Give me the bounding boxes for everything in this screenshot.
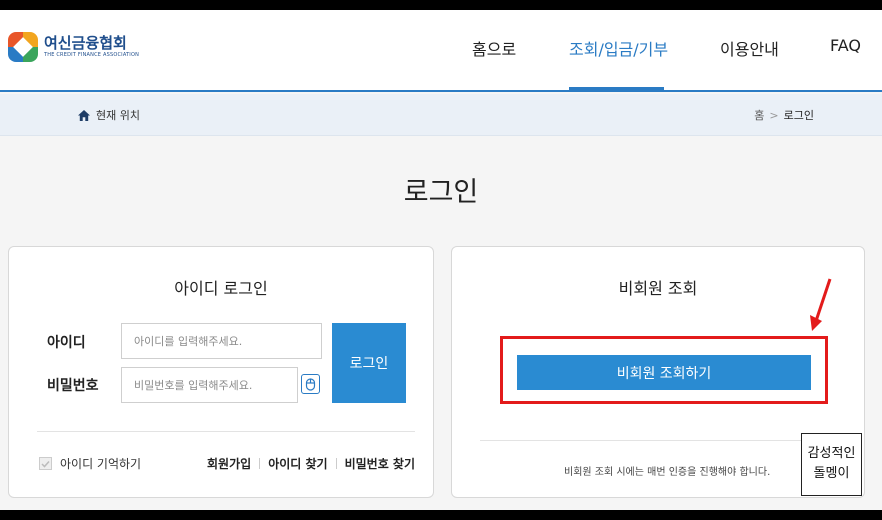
id-login-title: 아이디 로그인 xyxy=(174,279,268,298)
nav-home[interactable]: 홈으로 xyxy=(472,36,516,60)
remember-id-checkbox[interactable] xyxy=(39,457,52,470)
remember-id-label: 아이디 기억하기 xyxy=(60,457,142,471)
breadcrumb-home[interactable]: 홈 xyxy=(754,107,764,123)
red-arrow-annotation-icon xyxy=(810,278,832,331)
nav-faq[interactable]: FAQ xyxy=(830,36,861,55)
login-divider xyxy=(37,431,415,432)
watermark-line1: 감성적인 xyxy=(807,446,856,461)
breadcrumb-separator: > xyxy=(769,108,779,122)
login-button[interactable]: 로그인 xyxy=(332,323,406,403)
site-logo[interactable]: 여신금융협회 THE CREDIT FINANCE ASSOCIATION xyxy=(8,32,139,62)
guest-inquiry-note: 비회원 조회 시에는 매번 인증을 진행해야 합니다. xyxy=(564,467,771,478)
id-input[interactable] xyxy=(121,323,322,359)
watermark-line2: 돌멩이 xyxy=(813,466,850,481)
site-header: 여신금융협회 THE CREDIT FINANCE ASSOCIATION 홈으… xyxy=(0,10,882,92)
nav-guide[interactable]: 이용안내 xyxy=(720,36,779,60)
logo-main-text: 여신금융협회 xyxy=(44,34,127,52)
nav-inquiry[interactable]: 조회/입금/기부 xyxy=(569,36,668,60)
breadcrumb-bar: 현재 위치 홈 > 로그인 xyxy=(0,94,882,136)
account-links: 회원가입 아이디 찾기 비밀번호 찾기 xyxy=(207,455,415,472)
find-password-link[interactable]: 비밀번호 찾기 xyxy=(345,455,415,472)
logo-sub-text: THE CREDIT FINANCE ASSOCIATION xyxy=(44,52,140,58)
password-label: 비밀번호 xyxy=(47,378,99,394)
logo-mark-icon xyxy=(8,32,38,62)
guest-divider xyxy=(480,440,838,441)
virtual-keyboard-button[interactable] xyxy=(301,374,320,394)
guest-inquiry-title: 비회원 조회 xyxy=(618,279,698,298)
page-title: 로그인 xyxy=(403,177,479,208)
viewport: 여신금융협회 THE CREDIT FINANCE ASSOCIATION 홈으… xyxy=(0,10,882,510)
password-input[interactable] xyxy=(121,367,298,403)
signup-link[interactable]: 회원가입 xyxy=(207,455,251,472)
check-icon xyxy=(41,460,50,468)
guest-inquiry-button[interactable]: 비회원 조회하기 xyxy=(517,355,811,390)
breadcrumb-current: 로그인 xyxy=(783,109,814,122)
id-label: 아이디 xyxy=(47,335,86,351)
current-location-label: 현재 위치 xyxy=(96,109,140,122)
mouse-icon xyxy=(305,377,316,391)
home-icon xyxy=(78,109,90,121)
breadcrumb: 홈 > 로그인 xyxy=(754,107,814,123)
remember-id[interactable]: 아이디 기억하기 xyxy=(39,455,141,472)
watermark-stamp: 감성적인 돌멩이 xyxy=(801,433,862,496)
active-nav-indicator xyxy=(569,87,664,91)
find-id-link[interactable]: 아이디 찾기 xyxy=(268,455,327,472)
id-login-panel: 아이디 로그인 아이디 비밀번호 로그인 아이디 기억하기 회원가입 xyxy=(8,246,434,498)
